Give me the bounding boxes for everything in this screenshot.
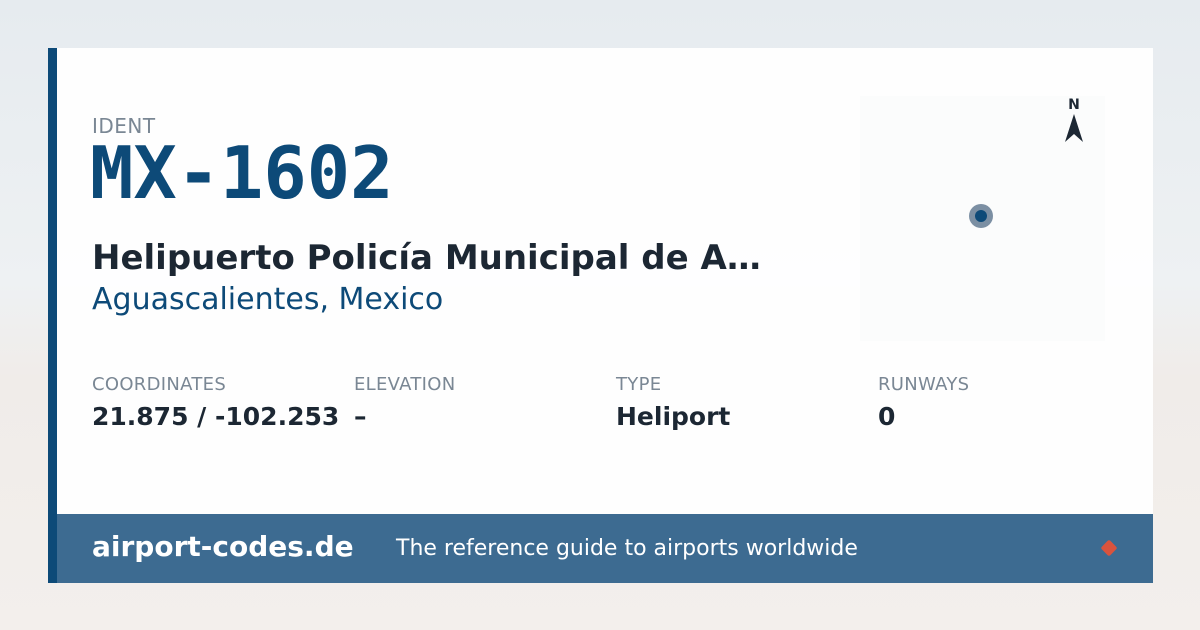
stat-coordinates: COORDINATES 21.875 / -102.253 xyxy=(92,374,339,432)
stat-runways: RUNWAYS 0 xyxy=(878,374,969,432)
north-arrow-icon xyxy=(1065,114,1083,142)
stat-label: TYPE xyxy=(616,374,662,395)
diamond-icon xyxy=(1100,539,1118,557)
stat-value: – xyxy=(354,402,367,431)
compass-north-label: N xyxy=(1068,97,1080,113)
stats-row: COORDINATES 21.875 / -102.253 ELEVATION … xyxy=(92,374,1132,444)
stat-value: 21.875 / -102.253 xyxy=(92,402,340,431)
footer-brand[interactable]: airport-codes.de xyxy=(92,530,354,563)
stat-label: RUNWAYS xyxy=(878,374,970,395)
airport-name: Helipuerto Policía Municipal de A… xyxy=(92,238,761,278)
ident-code: MX-1602 xyxy=(90,131,394,215)
stat-elevation: ELEVATION – xyxy=(354,374,456,432)
accent-bar xyxy=(48,48,57,583)
location-marker-icon xyxy=(969,204,993,228)
footer-tagline: The reference guide to airports worldwid… xyxy=(396,536,858,561)
stat-label: ELEVATION xyxy=(354,374,456,395)
stat-type: TYPE Heliport xyxy=(616,374,730,432)
stat-label: COORDINATES xyxy=(92,374,227,395)
airport-location: Aguascalientes, Mexico xyxy=(92,282,444,317)
compass: N xyxy=(1060,98,1088,148)
footer-bar: airport-codes.de The reference guide to … xyxy=(57,514,1153,583)
airport-card: IDENT MX-1602 Helipuerto Policía Municip… xyxy=(48,48,1153,583)
stat-value: 0 xyxy=(878,402,896,431)
stat-value: Heliport xyxy=(616,402,731,431)
location-map: N xyxy=(860,96,1105,341)
